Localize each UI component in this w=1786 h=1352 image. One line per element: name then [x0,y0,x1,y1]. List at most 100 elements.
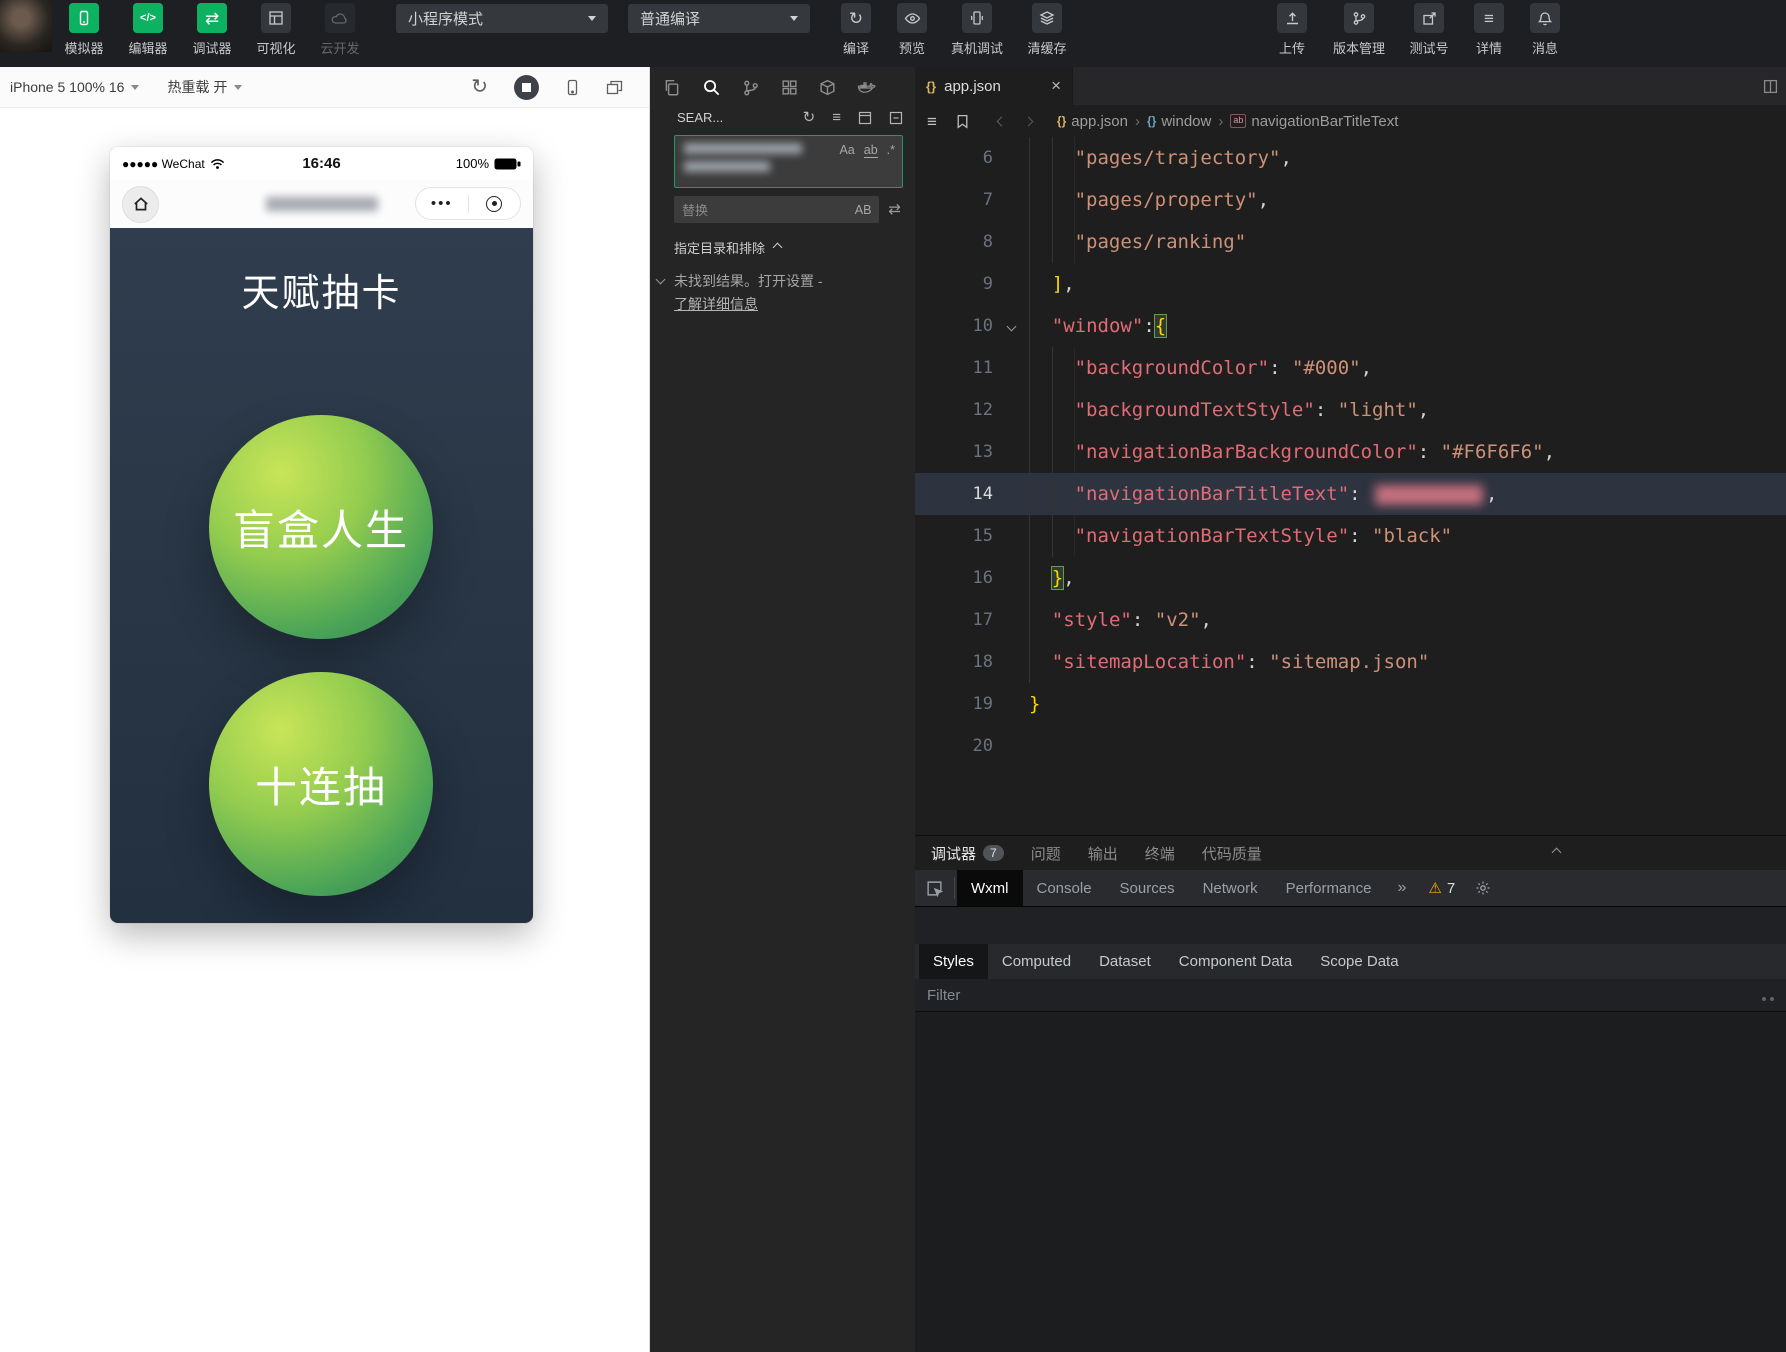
tab-code-quality[interactable]: 代码质量 [1202,843,1262,864]
code-line[interactable]: 16}, [915,557,1786,599]
preserve-case-icon[interactable]: AB [855,203,872,217]
tab-scope-data[interactable]: Scope Data [1306,944,1412,979]
tab-dataset[interactable]: Dataset [1085,944,1165,979]
split-editor-icon[interactable] [1763,79,1778,94]
line-number[interactable]: 19 [915,683,993,725]
code-line[interactable]: 9], [915,263,1786,305]
upload-button[interactable]: 上传 [1263,0,1321,57]
code-line[interactable]: 11"backgroundColor": "#000", [915,347,1786,389]
line-number[interactable]: 12 [915,389,993,431]
code-line[interactable]: 8"pages/ranking" [915,221,1786,263]
close-miniprogram-button[interactable] [469,196,521,212]
line-number[interactable]: 20 [915,725,993,767]
preview-button[interactable]: 预览 [884,0,940,57]
code-line[interactable]: 14"navigationBarTitleText": , [915,473,1786,515]
devtools-tab-console[interactable]: Console [1023,870,1106,906]
line-number[interactable]: 16 [915,557,993,599]
code-line[interactable]: 15"navigationBarTextStyle": "black" [915,515,1786,557]
simulator-toggle-button[interactable]: 模拟器 [52,0,116,57]
ten-pull-button[interactable]: 十连抽 [209,672,433,896]
test-account-button[interactable]: 测试号 [1397,0,1461,57]
toggle-replace-chevron-icon[interactable] [657,270,664,286]
multi-window-icon[interactable] [606,80,623,95]
clear-cache-button[interactable]: 清缓存 [1014,0,1080,57]
devtools-settings-icon[interactable] [1465,880,1501,896]
tab-computed[interactable]: Computed [988,944,1085,979]
refresh-search-icon[interactable]: ↻ [803,110,816,125]
tab-component-data[interactable]: Component Data [1165,944,1306,979]
nav-forward-icon[interactable] [1023,116,1033,126]
line-number[interactable]: 10 [915,305,993,347]
more-tabs-icon[interactable]: » [1385,879,1418,897]
filter-input[interactable]: Filter [927,987,960,1004]
line-number[interactable]: 8 [915,221,993,263]
breadcrumb-file[interactable]: {} app.json [1057,113,1128,130]
version-control-button[interactable]: 版本管理 [1321,0,1397,57]
code-line[interactable]: 20 [915,725,1786,767]
line-number[interactable]: 18 [915,641,993,683]
open-in-editor-icon[interactable] [858,111,872,125]
extensions-icon[interactable] [781,79,798,96]
code-line[interactable]: 10"window":{ [915,305,1786,347]
debugger-toggle-button[interactable]: ⇄ 调试器 [180,0,244,57]
code-line[interactable]: 13"navigationBarBackgroundColor": "#F6F6… [915,431,1786,473]
code-area[interactable]: 6"pages/trajectory",7"pages/property",8"… [915,137,1786,835]
learn-more-link[interactable]: 了解详细信息 [674,296,758,312]
compile-mode-dropdown[interactable]: 普通编译 [628,4,810,33]
messages-button[interactable]: 消息 [1517,0,1573,57]
cloud-dev-button[interactable]: 云开发 [308,0,372,57]
line-number[interactable]: 7 [915,179,993,221]
tab-app-json[interactable]: {} app.json × [915,67,1073,105]
devtools-tab-sources[interactable]: Sources [1106,870,1189,906]
tab-terminal[interactable]: 终端 [1145,843,1175,864]
hot-reload-toggle[interactable]: 热重载 开 [167,77,242,97]
code-line[interactable]: 12"backgroundTextStyle": "light", [915,389,1786,431]
device-selector[interactable]: iPhone 5 100% 16 [10,79,139,95]
code-line[interactable]: 6"pages/trajectory", [915,137,1786,179]
editor-toggle-button[interactable]: </> 编辑器 [116,0,180,57]
code-line[interactable]: 19} [915,683,1786,725]
tab-output[interactable]: 输出 [1088,843,1118,864]
outline-list-icon[interactable]: ≡ [927,113,937,130]
package-icon[interactable] [819,79,836,96]
line-number[interactable]: 15 [915,515,993,557]
mode-dropdown[interactable]: 小程序模式 [396,4,608,33]
search-icon[interactable] [702,78,721,97]
compile-button[interactable]: ↻ 编译 [828,0,884,57]
match-case-icon[interactable]: Aa [839,143,854,158]
fold-chevron-icon[interactable] [993,305,1029,347]
filter-options-icon[interactable] [1762,989,1774,1001]
tab-problems[interactable]: 问题 [1031,843,1061,864]
breadcrumb-property[interactable]: ab navigationBarTitleText [1230,113,1398,130]
line-number[interactable]: 9 [915,263,993,305]
code-line[interactable]: 18"sitemapLocation": "sitemap.json" [915,641,1786,683]
details-button[interactable]: ≡ 详情 [1461,0,1517,57]
tab-styles[interactable]: Styles [919,944,988,979]
close-tab-icon[interactable]: × [1051,76,1061,96]
search-details-toggle[interactable]: 指定目录和排除 [674,238,903,257]
source-control-icon[interactable] [742,79,760,97]
replace-input[interactable]: 替换 AB [674,196,879,223]
inspect-element-icon[interactable] [915,880,954,897]
search-input[interactable]: Aa ab .* [674,135,903,188]
collapse-all-icon[interactable] [889,111,903,125]
blindbox-life-button[interactable]: 盲盒人生 [209,415,433,639]
devtools-tab-network[interactable]: Network [1189,870,1272,906]
device-debug-button[interactable]: 真机调试 [940,0,1014,57]
line-number[interactable]: 11 [915,347,993,389]
line-number[interactable]: 6 [915,137,993,179]
restart-icon[interactable]: ↻ [471,77,488,97]
collapse-panel-icon[interactable] [1552,848,1562,858]
line-number[interactable]: 14 [915,473,993,515]
whole-word-icon[interactable]: ab [864,143,878,158]
partial-toolbar-icon[interactable] [1773,4,1786,32]
warnings-indicator[interactable]: ⚠ 7 [1418,879,1465,897]
line-number[interactable]: 13 [915,431,993,473]
bookmark-icon[interactable] [956,114,969,129]
stop-button[interactable] [514,75,539,100]
replace-all-icon[interactable]: ⇄ [888,202,901,217]
regex-icon[interactable]: .* [887,143,895,158]
visualization-button[interactable]: 可视化 [244,0,308,57]
breadcrumb-object[interactable]: {} window [1147,113,1211,130]
code-line[interactable]: 7"pages/property", [915,179,1786,221]
